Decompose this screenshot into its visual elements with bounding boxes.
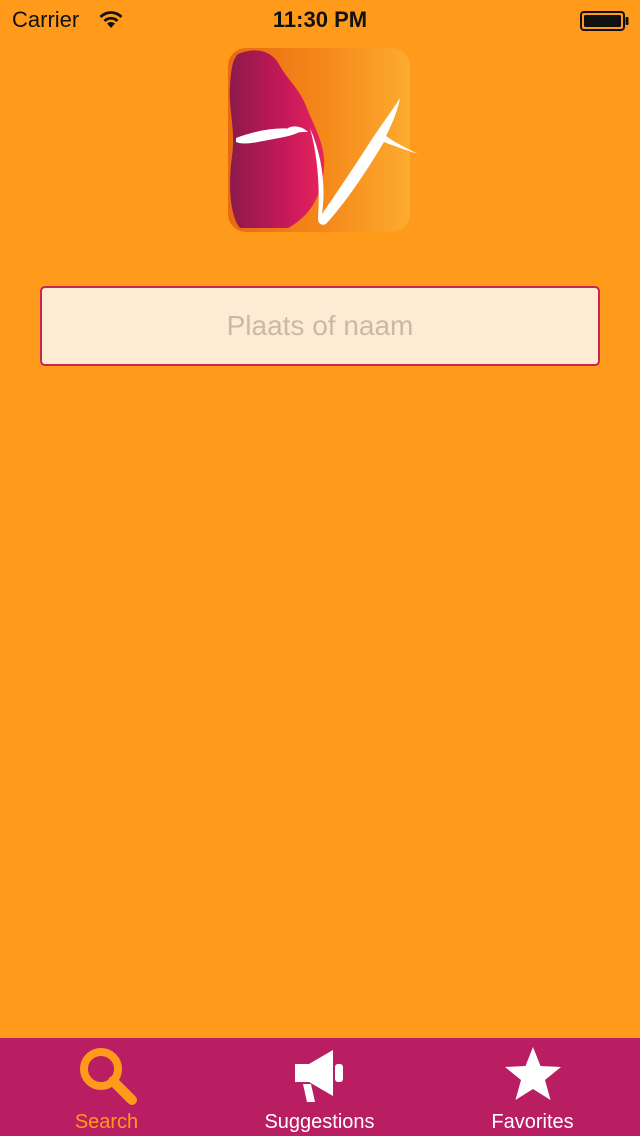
clock: 11:30 PM [272, 7, 368, 32]
app-screen: Carrier 11:30 PM Plaats of naam Search S… [0, 0, 640, 1136]
tab-bar: Search Suggestions Favorites [0, 1038, 640, 1136]
tab-search-label: Search [74, 1111, 139, 1133]
tab-suggestions[interactable]: Suggestions [213, 1038, 426, 1136]
battery-icon [580, 11, 630, 31]
megaphone-icon [213, 1044, 426, 1106]
tab-favorites-label: Favorites [491, 1111, 574, 1133]
search-input[interactable] [40, 286, 600, 366]
star-icon [426, 1044, 639, 1106]
search-icon [0, 1044, 213, 1106]
pregnant-woman-logo [218, 46, 422, 234]
tab-search[interactable]: Search [0, 1038, 213, 1136]
status-bar: Carrier 11:30 PM [0, 0, 640, 40]
tab-suggestions-label: Suggestions [264, 1111, 375, 1133]
tab-favorites[interactable]: Favorites [426, 1038, 639, 1136]
